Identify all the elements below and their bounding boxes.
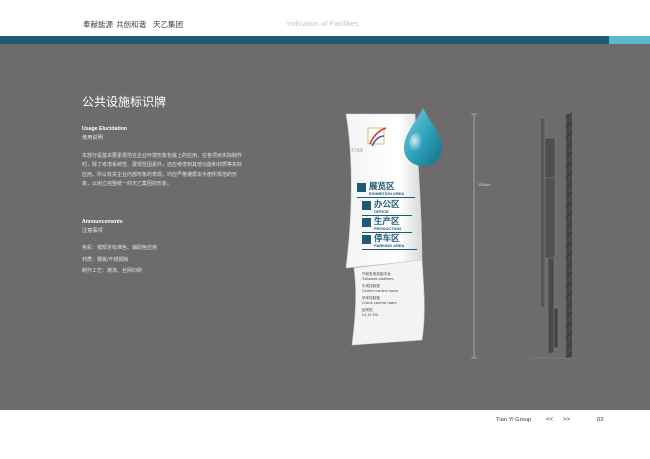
parking-arrow-icon xyxy=(362,235,371,244)
footer-company: Tian Yi Group xyxy=(496,417,532,423)
exhibition-arrow-icon xyxy=(357,183,366,192)
note-material: 材质：钢板/不锈钢板 xyxy=(82,256,129,263)
area-en-office: OFFICE xyxy=(374,209,389,214)
floor-item-en: Turboset platform xyxy=(362,277,394,281)
prev-page-button[interactable]: << xyxy=(546,417,553,423)
note-color: 色彩：按规定标准色、辅助色应用 xyxy=(82,245,158,251)
brand-slogan-2: 共创和谐 xyxy=(116,20,146,29)
usage-heading-en: Usage Elucidation xyxy=(82,126,127,132)
area-en-parking: PARKING AREA xyxy=(374,243,405,248)
header-bar-dark xyxy=(0,36,609,44)
floor-item-en: Center control room xyxy=(362,289,399,293)
area-en-production: PRODUCTION xyxy=(374,226,401,231)
announcements-heading-en: Announcements xyxy=(82,219,123,225)
announcements-list: 色彩：按规定标准色、辅助色应用 材质：钢板/不锈钢板 制作工艺：烤漆、丝网印刷 xyxy=(82,243,157,278)
document-title: Indication of Facilities xyxy=(287,19,359,28)
office-arrow-icon xyxy=(362,201,371,210)
next-page-button[interactable]: >> xyxy=(563,417,570,423)
production-arrow-icon xyxy=(362,218,371,227)
usage-heading-cn: 使用说明 xyxy=(82,135,103,141)
height-dimension-label: 2000cm xyxy=(478,183,491,187)
section-title: 公共设施标识牌 xyxy=(82,95,167,109)
brand-slogan-1: 奉献能源 xyxy=(83,20,113,29)
header-bar-light xyxy=(609,36,650,44)
sign-logo-caption: 天乙集团 xyxy=(351,148,364,152)
page-header: 奉献能源 共创和谐 天乙集团 Indication of Facilities xyxy=(0,0,650,36)
usage-paragraph: 本部分是基本要素规范在企业环境形象包装上的应用，在各项目实际制作时，除了考虑系统… xyxy=(82,153,243,188)
brand-company: 天乙集团 xyxy=(153,20,183,29)
announcements-heading-cn: 注意事项 xyxy=(82,228,103,234)
floor-item-en: LX J3 29t xyxy=(362,313,379,317)
area-en-exhibition: EXHIBITION AREA xyxy=(369,191,405,196)
side-elevation-drawing xyxy=(471,111,574,359)
floor-item-en: Crane control room xyxy=(362,301,397,305)
note-process: 制作工艺：烤漆、丝网印刷 xyxy=(82,268,143,274)
page-number: 03 xyxy=(597,417,604,423)
